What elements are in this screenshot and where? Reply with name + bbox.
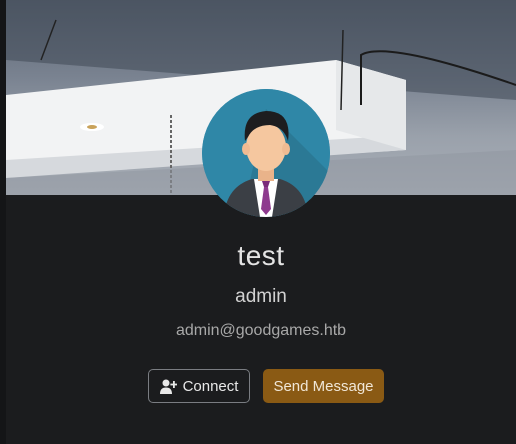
send-message-label: Send Message bbox=[273, 377, 374, 395]
connect-label: Connect bbox=[182, 377, 239, 395]
profile-role: admin bbox=[235, 286, 287, 307]
send-message-button[interactable]: Send Message bbox=[263, 369, 384, 403]
profile-card bbox=[6, 195, 516, 444]
avatar bbox=[202, 89, 330, 217]
user-plus-icon bbox=[159, 379, 177, 394]
profile-page: test admin admin@goodgames.htb Connect S… bbox=[0, 0, 516, 444]
user-avatar-icon bbox=[202, 89, 330, 217]
profile-email: admin@goodgames.htb bbox=[175, 322, 347, 339]
profile-name: test bbox=[237, 240, 285, 271]
connect-button[interactable]: Connect bbox=[148, 369, 250, 403]
